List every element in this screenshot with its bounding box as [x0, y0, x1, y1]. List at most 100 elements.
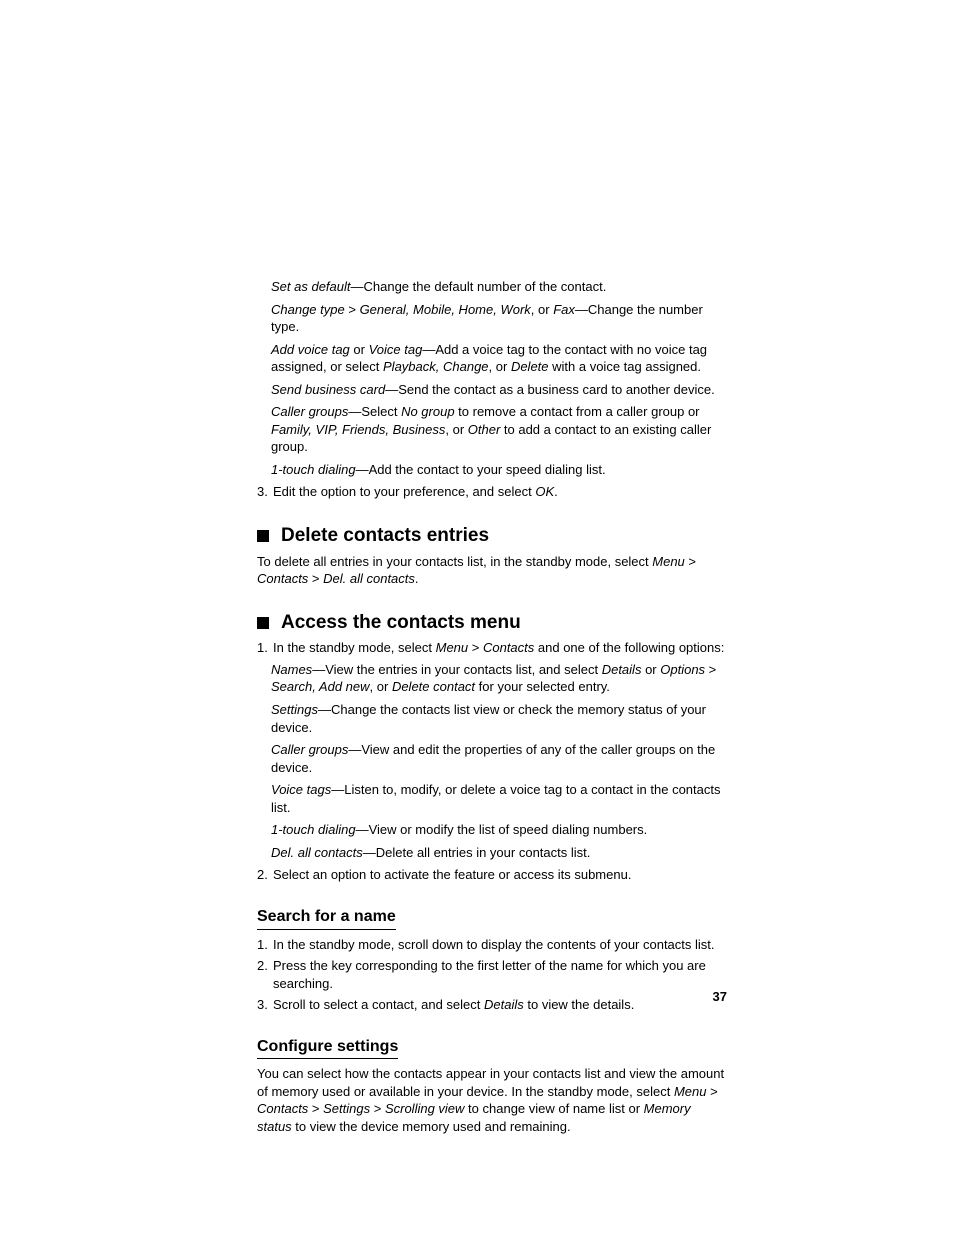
nogroup: No group [401, 404, 454, 419]
rest: —Listen to, modify, or delete a voice ta… [271, 782, 721, 815]
opt-settings: Settings—Change the contacts list view o… [271, 701, 727, 736]
subsection-search-for-name: Search for a name [257, 906, 396, 930]
a: To delete all entries in your contacts l… [257, 554, 652, 569]
term: Caller groups [271, 742, 348, 757]
manual-page: Set as default—Change the default number… [0, 0, 954, 1235]
term: Voice tags [271, 782, 331, 797]
gt1: > [685, 554, 696, 569]
gt2: > [308, 1101, 323, 1116]
gt3: > [370, 1101, 385, 1116]
b: for your selected entry. [475, 679, 610, 694]
trio: Playback, Change [383, 359, 489, 374]
opt-1-touch-dialing: 1-touch dialing—View or modify the list … [271, 821, 727, 839]
square-bullet-icon [257, 530, 269, 542]
page-number: 37 [713, 988, 727, 1006]
rest: —Change the default number of the contac… [351, 279, 607, 294]
access-step-2: 2. Select an option to activate the feat… [257, 866, 727, 884]
gt: > [468, 640, 483, 655]
mid: to change view of name list or [464, 1101, 643, 1116]
intro-step-3: 3. Edit the option to your preference, a… [257, 483, 727, 501]
b: to view the details. [524, 997, 635, 1012]
a: You can select how the contacts appear i… [257, 1066, 724, 1099]
step-number: 1. [257, 936, 273, 954]
types: General, Mobile, Home, Work [360, 302, 531, 317]
other: Other [468, 422, 501, 437]
contacts: Contacts [257, 1101, 308, 1116]
rest2: to remove a contact from a caller group … [455, 404, 700, 419]
term: Names [271, 662, 312, 677]
section-delete-contacts: Delete contacts entries [257, 523, 727, 549]
mid: or [641, 662, 660, 677]
or: , or [445, 422, 467, 437]
menu: Menu [436, 640, 469, 655]
search-add: Search, Add new [271, 679, 370, 694]
menu: Menu [674, 1084, 707, 1099]
contacts: Contacts [483, 640, 534, 655]
term: Settings [271, 702, 318, 717]
step-text: In the standby mode, scroll down to disp… [273, 936, 727, 954]
step-number: 1. [257, 639, 273, 657]
term: Change type [271, 302, 345, 317]
or: , or [370, 679, 392, 694]
rest2: with a voice tag assigned. [549, 359, 701, 374]
step-text: Scroll to select a contact, and select D… [273, 996, 727, 1014]
b: and one of the following options: [534, 640, 724, 655]
search-step-2: 2. Press the key corresponding to the fi… [257, 957, 727, 992]
or2: , or [489, 359, 511, 374]
rest1: —Select [348, 404, 401, 419]
term: 1-touch dialing [271, 462, 356, 477]
option-set-as-default: Set as default—Change the default number… [271, 278, 727, 296]
gt: > [345, 302, 360, 317]
access-options-block: Names—View the entries in your contacts … [257, 661, 727, 861]
a: Scroll to select a contact, and select [273, 997, 484, 1012]
options: Options [660, 662, 705, 677]
rest: —View or modify the list of speed dialin… [356, 822, 648, 837]
delete-contacts-body: To delete all entries in your contacts l… [257, 553, 727, 588]
term2: Voice tag [369, 342, 423, 357]
details: Details [602, 662, 642, 677]
term: Caller groups [271, 404, 348, 419]
type-fax: Fax [553, 302, 575, 317]
option-caller-groups: Caller groups—Select No group to remove … [271, 403, 727, 456]
section-title: Delete contacts entries [281, 523, 489, 549]
or: or [350, 342, 369, 357]
settings: Settings [323, 1101, 370, 1116]
step-number: 2. [257, 866, 273, 884]
step-text: Select an option to activate the feature… [273, 866, 727, 884]
section-access-contacts: Access the contacts menu [257, 610, 727, 636]
rest: —Send the contact as a business card to … [385, 382, 715, 397]
option-1-touch-dialing: 1-touch dialing—Add the contact to your … [271, 461, 727, 479]
menu: Menu [652, 554, 685, 569]
search-step-3: 3. Scroll to select a contact, and selec… [257, 996, 727, 1014]
gt1: > [706, 1084, 717, 1099]
step-number: 3. [257, 996, 273, 1014]
rest: —Change the contacts list view or check … [271, 702, 706, 735]
opt-voice-tags: Voice tags—Listen to, modify, or delete … [271, 781, 727, 816]
opt-del-all-contacts: Del. all contacts—Delete all entries in … [271, 844, 727, 862]
ok: OK [535, 484, 554, 499]
option-add-voice-tag: Add voice tag or Voice tag—Add a voice t… [271, 341, 727, 376]
square-bullet-icon [257, 617, 269, 629]
del-all: Del. all contacts [323, 571, 415, 586]
step-text: Press the key corresponding to the first… [273, 957, 727, 992]
step-number: 3. [257, 483, 273, 501]
rest: —Add the contact to your speed dialing l… [356, 462, 606, 477]
scrolling-view: Scrolling view [385, 1101, 464, 1116]
term: 1-touch dialing [271, 822, 356, 837]
step-number: 2. [257, 957, 273, 992]
delete: Delete [511, 359, 549, 374]
intro-options-block: Set as default—Change the default number… [257, 278, 727, 478]
term: Del. all contacts [271, 845, 363, 860]
gt: > [705, 662, 716, 677]
rest: —Delete all entries in your contacts lis… [363, 845, 591, 860]
groups: Family, VIP, Friends, Business [271, 422, 445, 437]
delete-contact: Delete contact [392, 679, 475, 694]
b: . [554, 484, 558, 499]
details: Details [484, 997, 524, 1012]
term: Send business card [271, 382, 385, 397]
search-step-1: 1. In the standby mode, scroll down to d… [257, 936, 727, 954]
b: . [415, 571, 419, 586]
or: , or [531, 302, 553, 317]
a: Edit the option to your preference, and … [273, 484, 535, 499]
section-title: Access the contacts menu [281, 610, 521, 636]
